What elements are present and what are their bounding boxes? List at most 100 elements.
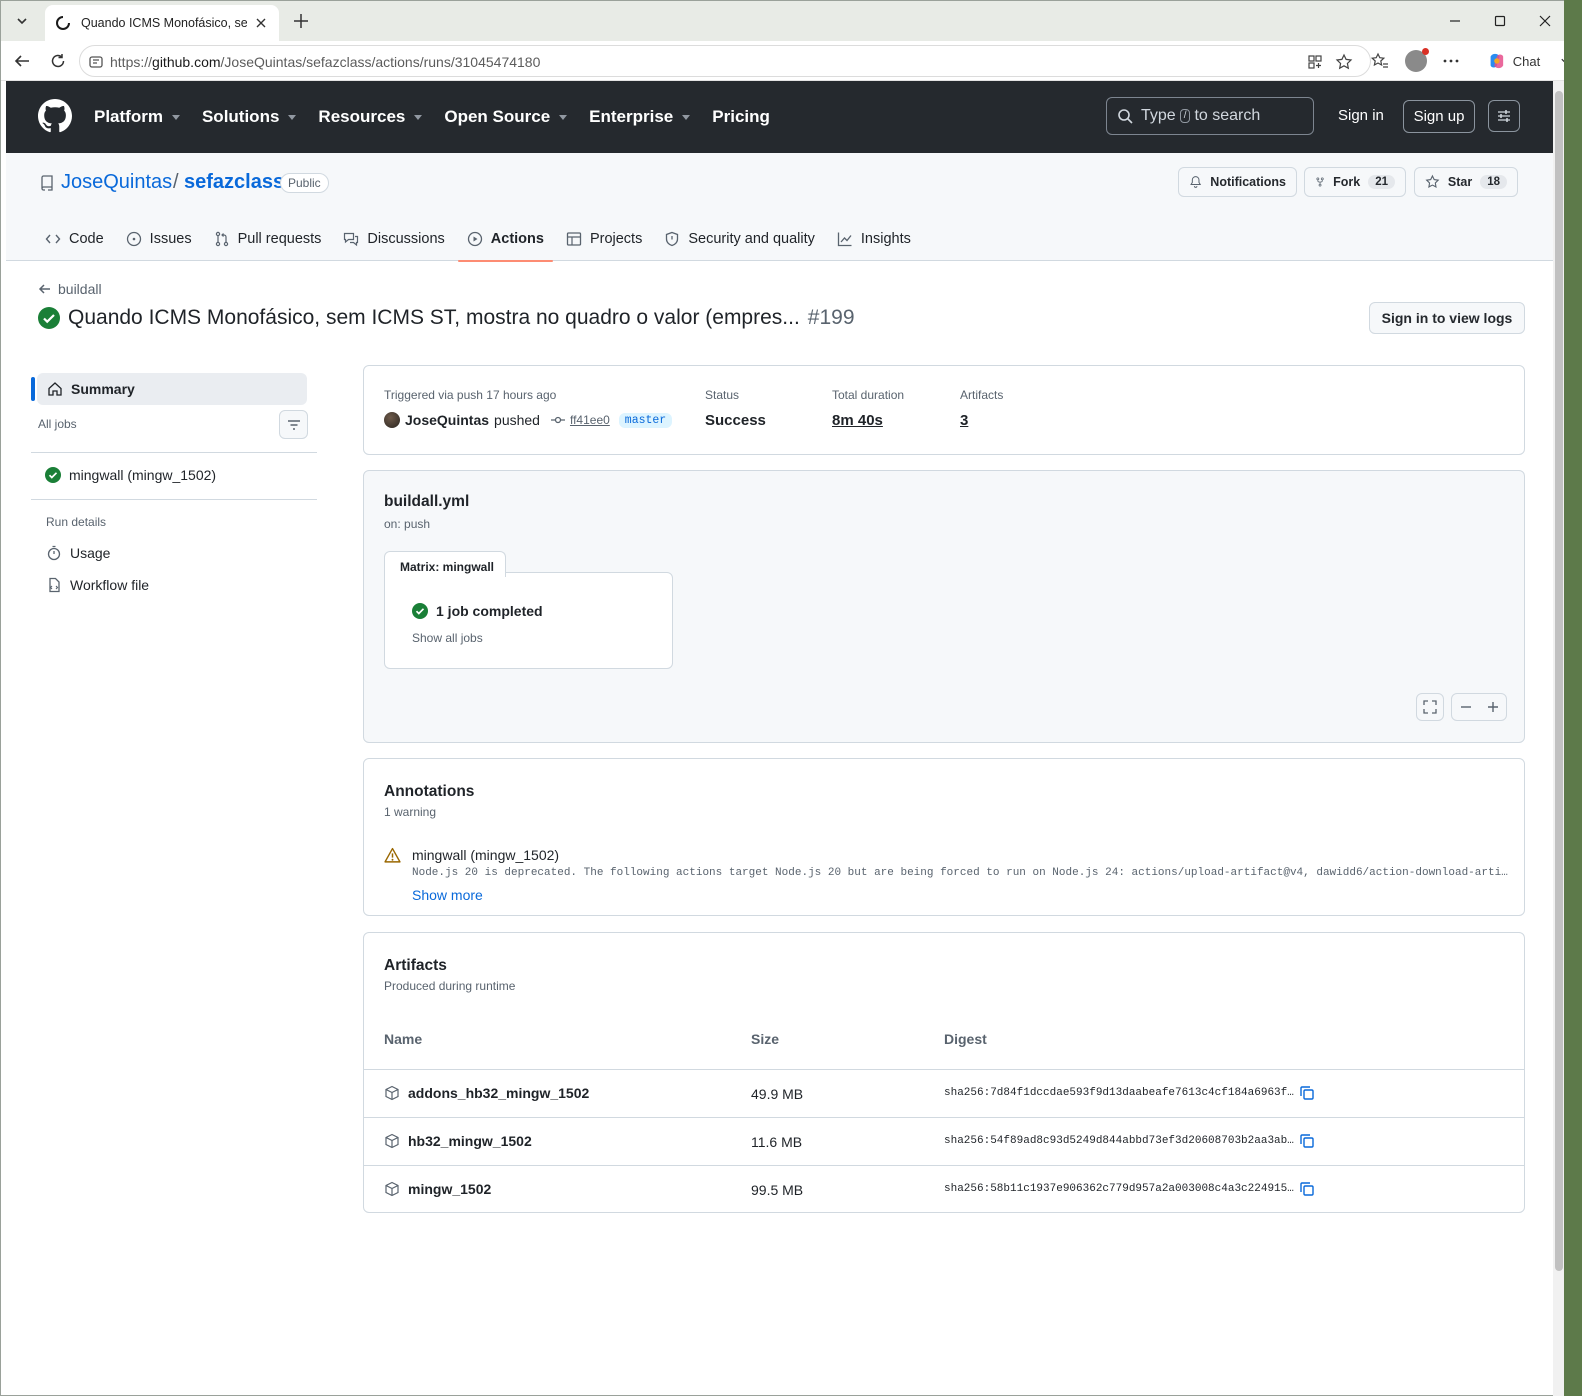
tab-insights[interactable]: Insights: [826, 216, 922, 261]
artifacts-subtitle: Produced during runtime: [384, 979, 516, 993]
browser-toolbar: https://github.com/JoseQuintas/sefazclas…: [1, 41, 1581, 81]
scrollbar-thumb[interactable]: [1555, 91, 1563, 1271]
sidebar-item-usage[interactable]: Usage: [46, 545, 110, 561]
fork-count: 21: [1368, 175, 1395, 189]
fullscreen-button[interactable]: [1416, 693, 1444, 721]
jobs-completed: 1 job completed: [412, 603, 543, 619]
main-nav: Platform Solutions Resources Open Source Ent…: [94, 81, 792, 153]
show-more-link[interactable]: Show more: [412, 887, 483, 903]
matrix-job-box[interactable]: 1 job completed Show all jobs: [384, 572, 673, 669]
caret-down-icon: [559, 114, 568, 120]
copy-icon[interactable]: [1299, 1133, 1315, 1149]
site-info-icon[interactable]: [88, 54, 104, 70]
maximize-icon[interactable]: [1492, 13, 1508, 29]
column-header-name: Name: [384, 1031, 423, 1047]
copilot-chat-button[interactable]: Chat: [1483, 45, 1571, 77]
tab-projects[interactable]: Projects: [555, 216, 653, 261]
sign-up-button[interactable]: Sign up: [1403, 100, 1475, 133]
tab-actions[interactable]: Actions: [456, 216, 555, 262]
duration-link[interactable]: 8m 40s: [832, 412, 883, 429]
reload-icon[interactable]: [49, 52, 67, 70]
caret-down-icon: [171, 114, 180, 120]
copy-icon[interactable]: [1299, 1085, 1315, 1101]
caret-down-icon: [414, 114, 423, 120]
favorites-icon[interactable]: [1371, 52, 1389, 70]
browser-tab[interactable]: Quando ICMS Monofásico, sem ICMS ST, mos…: [45, 5, 279, 41]
star-button[interactable]: Star 18: [1414, 167, 1518, 197]
copilot-icon: [1490, 53, 1504, 69]
repo-name-link[interactable]: sefazclass: [184, 171, 284, 194]
tab-list-button[interactable]: [7, 7, 37, 35]
profile-avatar[interactable]: [1405, 48, 1429, 72]
success-check-icon: [412, 603, 428, 619]
back-to-workflow-link[interactable]: buildall: [38, 281, 102, 297]
loading-icon: [56, 16, 70, 30]
zoom-controls: [1451, 693, 1507, 721]
warning-icon: [384, 847, 401, 863]
success-check-icon: [38, 307, 60, 329]
caret-down-icon: [682, 114, 691, 120]
artifacts-count-link[interactable]: 3: [960, 412, 968, 429]
notifications-button[interactable]: Notifications: [1178, 167, 1297, 197]
main-nav-item-pricing[interactable]: Pricing: [712, 107, 770, 127]
code-icon: [45, 234, 61, 243]
annotation-job-link[interactable]: mingwall (mingw_1502): [412, 847, 559, 863]
zoom-in-icon[interactable]: [1486, 700, 1500, 714]
sidebar-item-workflow-file[interactable]: Workflow file: [46, 577, 149, 593]
main-nav-item-resources[interactable]: Resources: [318, 107, 423, 127]
sidebar-item-summary[interactable]: Summary: [37, 373, 307, 405]
artifact-name-link[interactable]: mingw_1502: [384, 1181, 491, 1197]
success-check-icon: [45, 467, 61, 483]
github-header: Platform Solutions Resources Open Source Ent…: [6, 81, 1553, 153]
artifact-name-link[interactable]: hb32_mingw_1502: [384, 1133, 532, 1149]
user-link[interactable]: JoseQuintas: [405, 412, 489, 428]
app-available-icon[interactable]: [1306, 53, 1324, 71]
caret-down-icon: [288, 114, 297, 120]
active-indicator: [31, 377, 35, 401]
favorite-star-icon[interactable]: [1335, 53, 1353, 71]
main-nav-item-enterprise[interactable]: Enterprise: [589, 107, 691, 127]
search-input[interactable]: Type / to search: [1106, 97, 1314, 135]
github-logo-icon[interactable]: [38, 99, 72, 133]
show-all-jobs-link[interactable]: Show all jobs: [412, 631, 483, 645]
branch-badge[interactable]: master: [618, 412, 673, 428]
main-nav-item-open-source[interactable]: Open Source: [444, 107, 568, 127]
tab-discussions[interactable]: Discussions: [332, 216, 455, 261]
annotation-message: Node.js 20 is deprecated. The following …: [412, 867, 1508, 879]
main-nav-item-platform[interactable]: Platform: [94, 107, 180, 127]
fork-button[interactable]: Fork 21: [1304, 167, 1406, 197]
copy-icon[interactable]: [1299, 1181, 1315, 1197]
artifact-name-link[interactable]: addons_hb32_mingw_1502: [384, 1085, 589, 1101]
shield-icon: [666, 231, 679, 246]
main-nav-item-solutions[interactable]: Solutions: [202, 107, 297, 127]
address-bar[interactable]: https://github.com/JoseQuintas/sefazclas…: [79, 45, 1371, 77]
play-icon: [467, 231, 482, 246]
filter-jobs-button[interactable]: [279, 410, 308, 439]
more-options-icon[interactable]: [1442, 52, 1460, 70]
sign-in-link[interactable]: Sign in: [1338, 107, 1384, 124]
sign-in-to-view-logs-button[interactable]: Sign in to view logs: [1369, 302, 1525, 334]
tab-issues[interactable]: Issues: [115, 216, 203, 261]
divider: [31, 452, 317, 453]
tab-security-and-quality[interactable]: Security and quality: [653, 216, 826, 261]
tab-pull-requests[interactable]: Pull requests: [203, 216, 333, 261]
workflow-trigger: on: push: [384, 517, 431, 531]
run-title: Quando ICMS Monofásico, sem ICMS ST, mos…: [38, 306, 855, 330]
sidebar-item-job[interactable]: mingwall (mingw_1502): [45, 467, 216, 483]
package-icon: [385, 1085, 399, 1101]
repo-header: JoseQuintas / sefazclass Public Notifica…: [6, 153, 1553, 262]
window-close-icon[interactable]: [1537, 13, 1553, 29]
star-icon: [1425, 174, 1440, 188]
fork-icon: [1316, 177, 1324, 187]
triggered-text: Triggered via push 17 hours ago: [384, 388, 557, 402]
zoom-out-icon[interactable]: [1459, 700, 1473, 714]
new-tab-icon[interactable]: [290, 10, 312, 32]
sliders-icon: [1498, 110, 1510, 122]
minimize-icon[interactable]: [1447, 13, 1463, 29]
repo-owner-link[interactable]: JoseQuintas: [61, 171, 172, 194]
settings-menu-button[interactable]: [1488, 100, 1520, 132]
commit-link[interactable]: ff41ee0: [570, 413, 610, 427]
close-icon[interactable]: [253, 15, 269, 31]
tab-code[interactable]: Code: [34, 216, 115, 261]
back-icon[interactable]: [13, 52, 31, 70]
